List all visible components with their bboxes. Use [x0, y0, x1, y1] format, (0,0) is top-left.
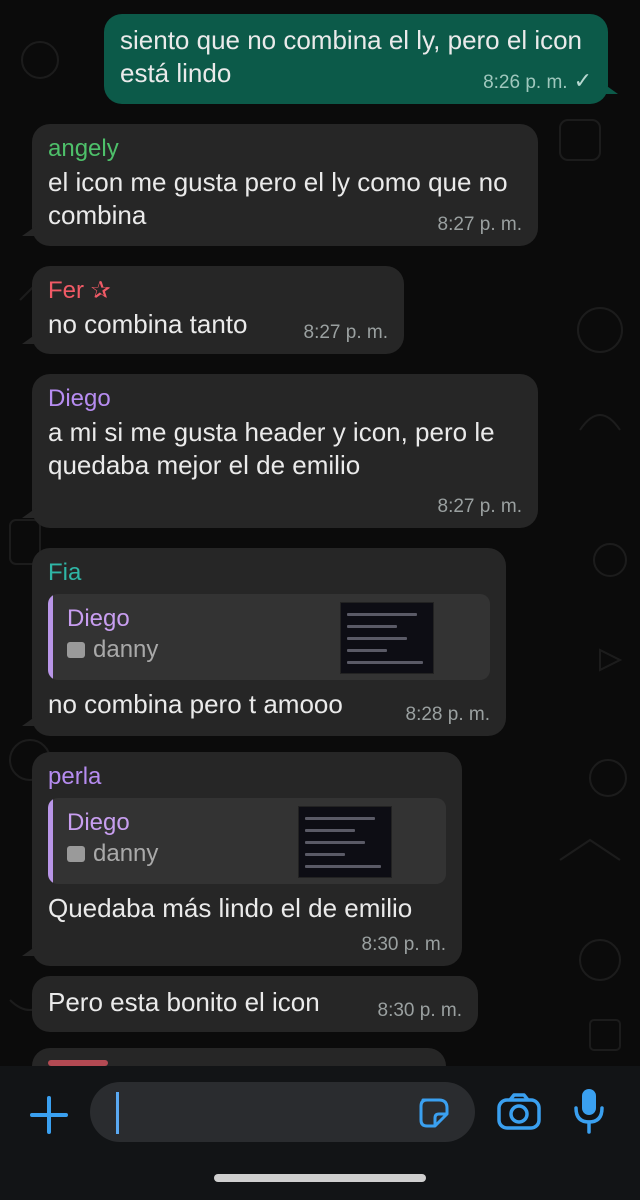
sender-name: angely [48, 135, 119, 162]
message-bubble[interactable]: siento que no combina el ly, pero el ico… [104, 14, 618, 104]
message-text: Quedaba más lindo el de emilio [48, 893, 413, 923]
sender-name: Fer ✰ [48, 277, 111, 304]
message-time: 8:28 p. m. [405, 704, 491, 725]
sent-check-icon: ✓ [573, 68, 592, 93]
quoted-media-label: danny [93, 636, 159, 663]
sender-name: Diego [48, 385, 111, 412]
message-bubble[interactable]: perla Diego danny Quedaba más lindo el d… [22, 752, 462, 966]
image-icon [67, 642, 85, 658]
time-label: 8:26 p. m. [483, 72, 568, 93]
home-indicator[interactable] [214, 1174, 426, 1182]
quoted-thumbnail [340, 602, 434, 674]
message-input[interactable] [90, 1082, 475, 1142]
sender-name: Fia [48, 559, 82, 586]
message-bubble[interactable]: Fia Diego danny no combina pero t amooo … [22, 548, 506, 736]
quoted-message[interactable]: Diego danny [48, 798, 446, 884]
message-bubble[interactable]: angely el icon me gusta pero el ly como … [22, 124, 538, 246]
message-time: 8:30 p. m. [377, 1000, 463, 1021]
message-text: a mi si me gusta header y icon, pero le … [48, 417, 495, 480]
message-list[interactable]: siento que no combina el ly, pero el ico… [0, 0, 640, 1200]
camera-icon[interactable] [496, 1092, 542, 1132]
microphone-icon[interactable] [572, 1086, 606, 1136]
message-bubble[interactable]: Diego a mi si me gusta header y icon, pe… [22, 374, 538, 528]
sender-name: perla [48, 763, 102, 790]
message-bubble[interactable]: Pero esta bonito el icon 8:30 p. m. [32, 976, 478, 1032]
image-icon [67, 846, 85, 862]
quoted-thumbnail [298, 806, 392, 878]
message-time: 8:27 p. m. [303, 322, 389, 343]
message-bubble[interactable]: Fer ✰ no combina tanto 8:27 p. m. [22, 266, 404, 354]
quoted-media-label: danny [93, 840, 159, 867]
message-time: 8:27 p. m. [437, 214, 523, 235]
message-time: 8:30 p. m. [361, 934, 447, 955]
text-caret [116, 1092, 119, 1134]
message-time: 8:26 p. m. ✓ [483, 68, 592, 94]
plus-icon[interactable] [28, 1094, 70, 1136]
message-time: 8:27 p. m. [437, 496, 523, 517]
composer-bar [0, 1066, 640, 1200]
quoted-message[interactable]: Diego danny [48, 594, 490, 680]
sticker-icon[interactable] [417, 1096, 451, 1130]
